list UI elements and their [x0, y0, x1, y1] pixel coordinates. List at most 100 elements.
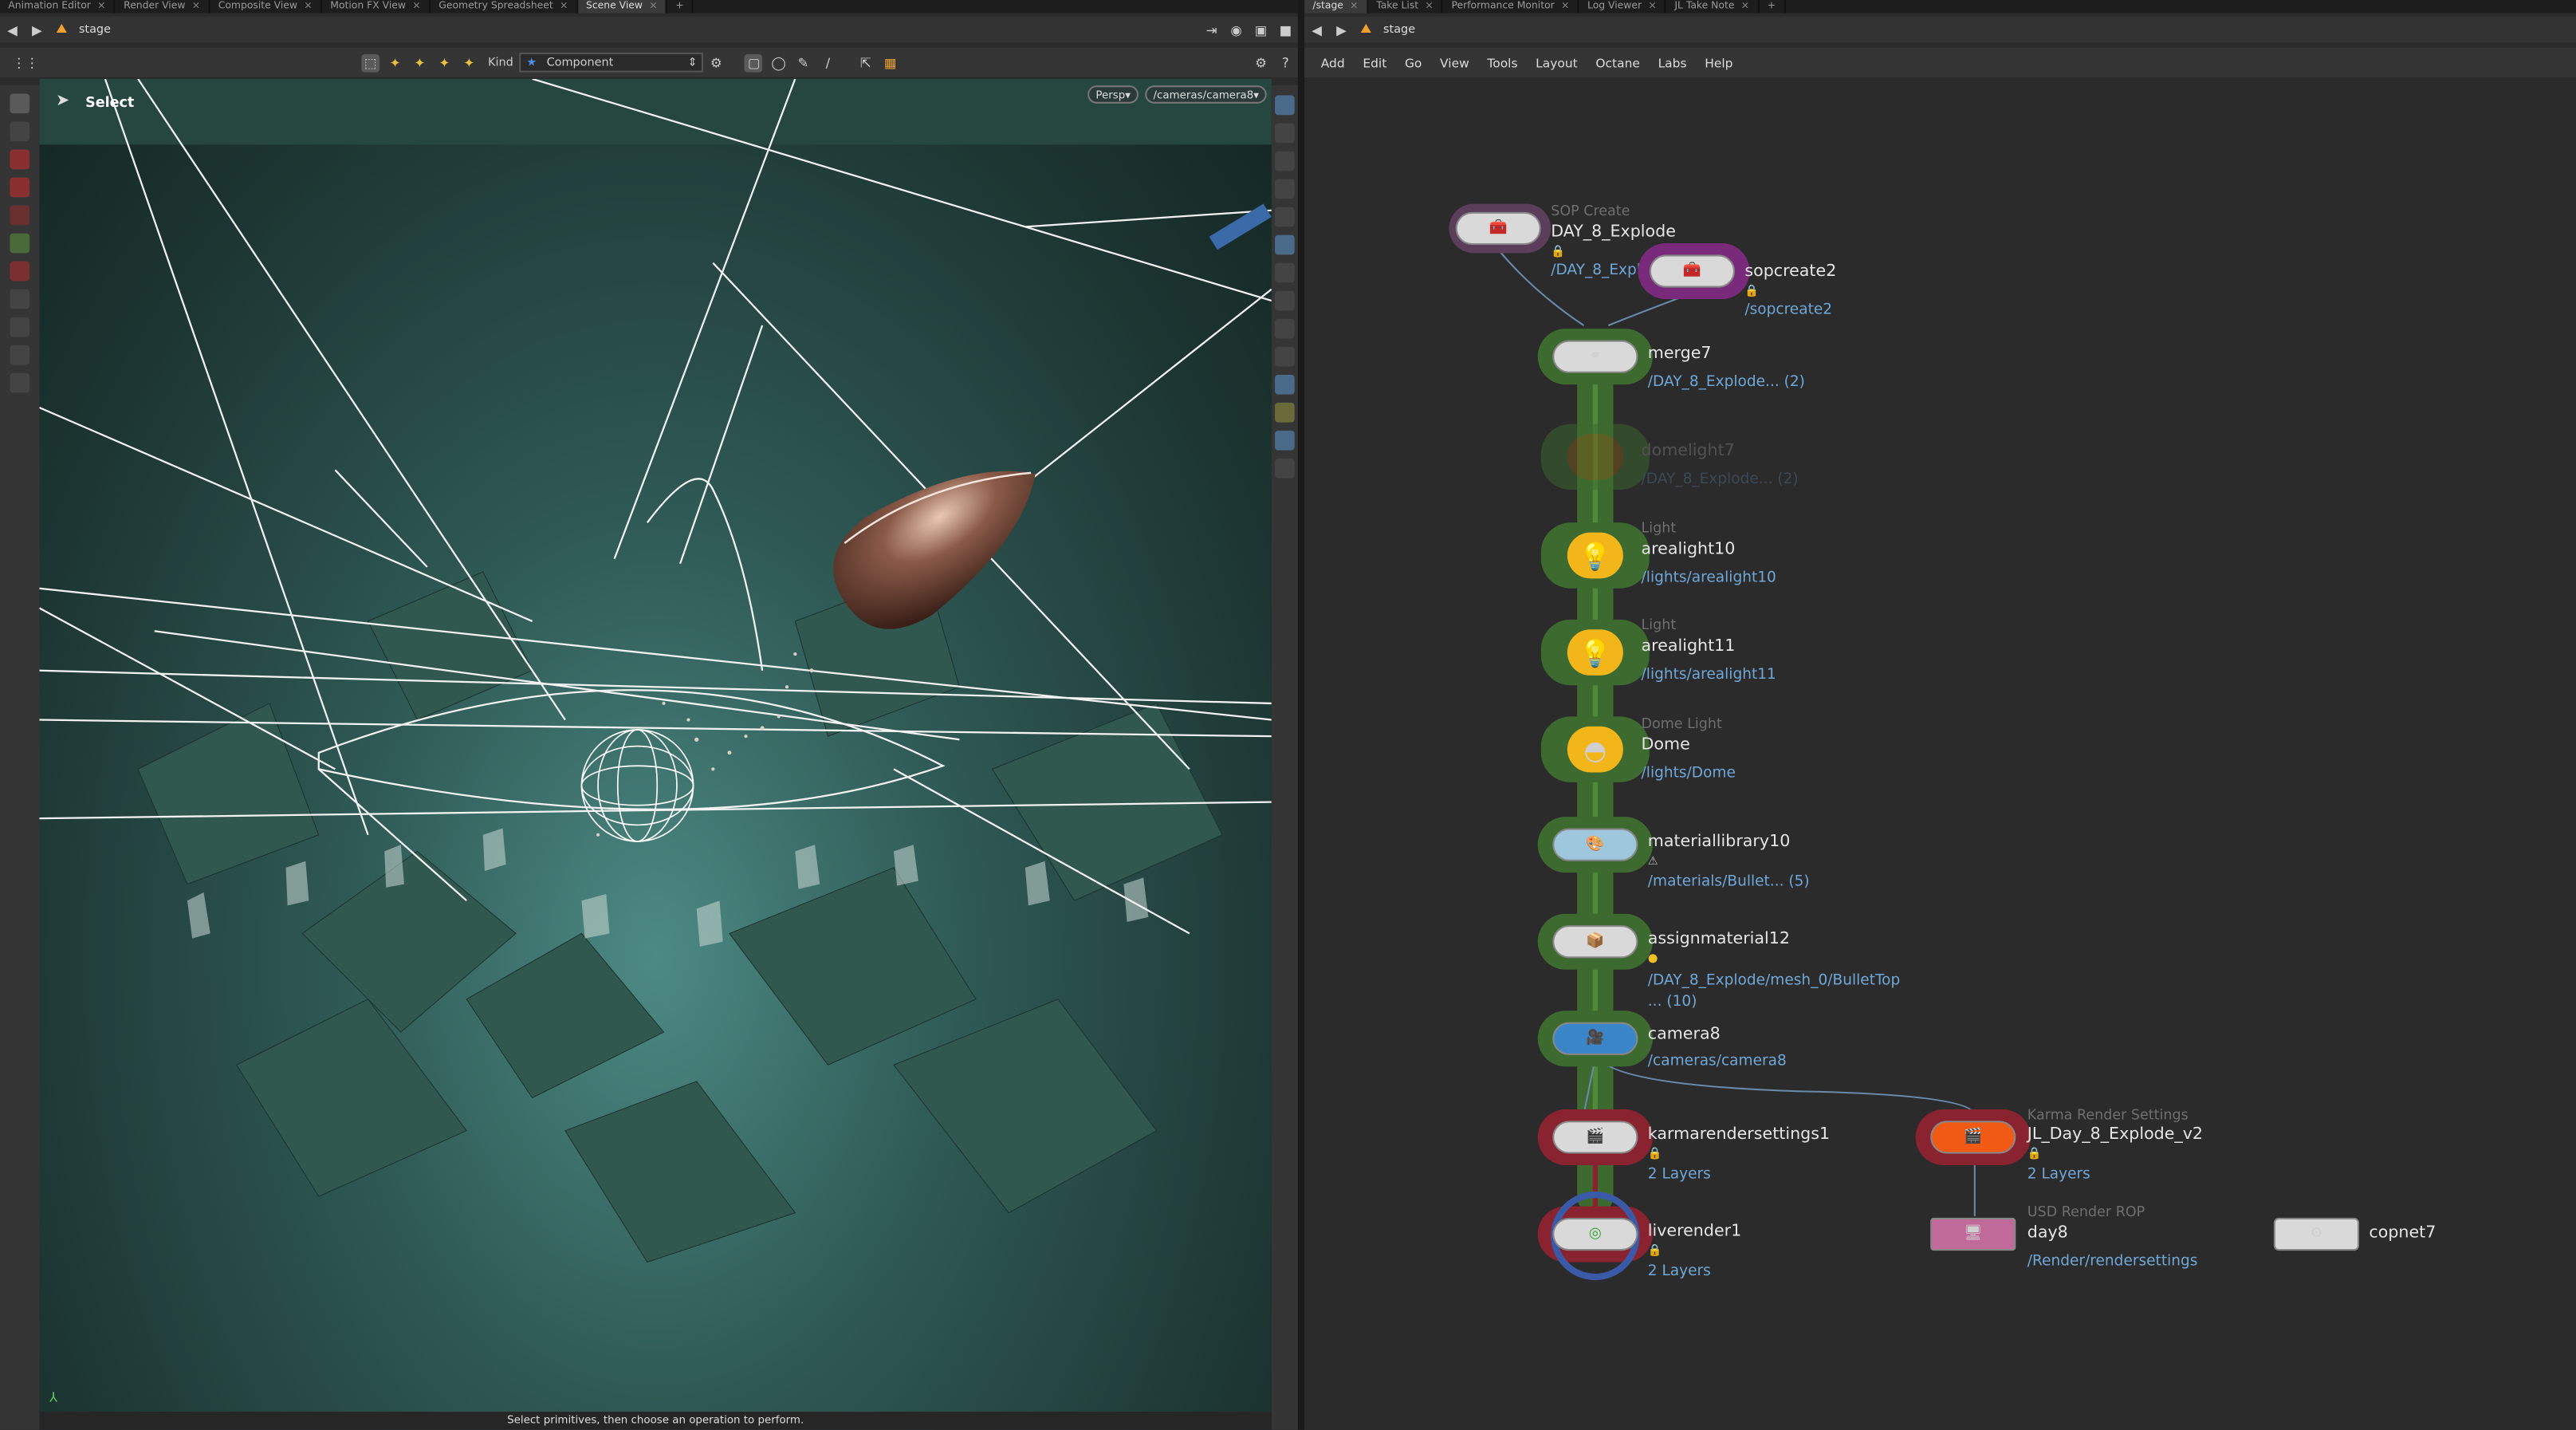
guides-icon[interactable]: [1275, 290, 1295, 311]
secure-select-icon[interactable]: ▦: [881, 53, 899, 72]
stage-path[interactable]: stage: [1383, 23, 1415, 36]
stage-path[interactable]: stage: [79, 23, 111, 36]
light-bulb-icon[interactable]: 💡: [1567, 629, 1623, 676]
node-body[interactable]: 🧰: [1455, 211, 1541, 246]
close-icon[interactable]: ×: [1425, 0, 1433, 13]
node-body[interactable]: 🖥: [1930, 1217, 2016, 1251]
view-tool-icon[interactable]: [10, 317, 30, 337]
close-icon[interactable]: ×: [304, 0, 312, 13]
move-tool-icon[interactable]: [10, 149, 30, 170]
node-body[interactable]: 🎨: [1552, 828, 1638, 861]
back-icon[interactable]: ◀: [3, 21, 22, 39]
add-tab-icon[interactable]: +: [1759, 0, 1786, 14]
scene-viewport[interactable]: ➤ Select Persp▾ /cameras/camera8▾ ⅄: [39, 78, 1272, 1430]
network-editor[interactable]: 🧰 SOP Create DAY_8_Explode 🔒 /DAY_8_Expl…: [1304, 78, 2576, 1430]
tab-geometry-spreadsheet[interactable]: Geometry Spreadsheet ×: [431, 0, 578, 14]
persp-menu[interactable]: Persp▾: [1087, 85, 1139, 104]
paint-icon[interactable]: ✎: [794, 53, 812, 72]
grid-menu-icon[interactable]: ⋮⋮: [12, 53, 38, 72]
light-icon[interactable]: [1275, 179, 1295, 199]
screen-icon[interactable]: ▣: [1252, 21, 1270, 39]
dome-light-icon[interactable]: ◓: [1567, 726, 1623, 773]
display-options-icon[interactable]: [1275, 95, 1295, 116]
node-body[interactable]: 📦: [1552, 925, 1638, 959]
tab-performance-monitor[interactable]: Performance Monitor ×: [1443, 0, 1579, 14]
options-icon[interactable]: ⚙: [707, 53, 726, 72]
node-body[interactable]: 🧰: [1649, 254, 1735, 288]
close-icon[interactable]: ×: [97, 0, 105, 13]
add-tab-icon[interactable]: +: [667, 0, 694, 14]
lights-display-icon[interactable]: [1275, 374, 1295, 395]
ghost-icon[interactable]: [1275, 123, 1295, 144]
laser-icon[interactable]: ∕: [819, 53, 837, 72]
menu-view[interactable]: View: [1440, 55, 1469, 70]
node-body[interactable]: 🎬: [1930, 1121, 2016, 1154]
maximize-icon[interactable]: ■: [1276, 21, 1295, 39]
background-icon[interactable]: [1275, 262, 1295, 283]
camera-menu[interactable]: /cameras/camera8▾: [1145, 85, 1268, 104]
menu-edit[interactable]: Edit: [1363, 55, 1386, 70]
link-icon[interactable]: ◉: [1227, 21, 1245, 39]
tab-composite-view[interactable]: Composite View ×: [210, 0, 322, 14]
close-icon[interactable]: ×: [1648, 0, 1656, 13]
wireframe-icon[interactable]: [1275, 318, 1295, 339]
snapshot-icon[interactable]: [1275, 234, 1295, 255]
tab-motion-fx-view[interactable]: Motion FX View ×: [322, 0, 431, 14]
node-body[interactable]: ⚭: [1552, 340, 1638, 373]
back-icon[interactable]: ◀: [1308, 21, 1326, 39]
kind-dropdown[interactable]: ★ Component ⇕: [520, 52, 704, 73]
close-icon[interactable]: ×: [560, 0, 568, 13]
node-body[interactable]: 🎥: [1552, 1022, 1638, 1055]
tab-jl-take-note[interactable]: JL Take Note ×: [1666, 0, 1760, 14]
close-icon[interactable]: ×: [412, 0, 420, 13]
tab-animation-editor[interactable]: Animation Editor ×: [0, 0, 116, 14]
gear-icon[interactable]: ⚙: [1252, 53, 1270, 72]
grid-icon[interactable]: [1275, 402, 1295, 423]
close-icon[interactable]: ×: [1561, 0, 1569, 13]
pane-divider[interactable]: [1297, 0, 1305, 1430]
lock-camera-icon[interactable]: [1275, 151, 1295, 171]
menu-labs[interactable]: Labs: [1658, 55, 1687, 70]
visible-select-icon[interactable]: ⇱: [856, 53, 875, 72]
lock-icon[interactable]: [10, 121, 30, 142]
tab-stage[interactable]: /stage ×: [1304, 0, 1368, 14]
close-icon[interactable]: ×: [192, 0, 200, 13]
menu-tools[interactable]: Tools: [1487, 55, 1517, 70]
handle-icon[interactable]: [10, 289, 30, 309]
menu-help[interactable]: Help: [1705, 55, 1732, 70]
pose-tool-icon[interactable]: [10, 233, 30, 254]
tab-log-viewer[interactable]: Log Viewer ×: [1579, 0, 1667, 14]
help-icon[interactable]: ?: [1276, 53, 1295, 72]
node-body[interactable]: ◎: [1552, 1217, 1638, 1251]
lasso-icon[interactable]: ◯: [769, 53, 788, 72]
select-tool-icon[interactable]: [10, 93, 30, 114]
select-mode-icon[interactable]: ⬚: [361, 53, 380, 72]
node-body[interactable]: 🎬: [1552, 1121, 1638, 1154]
close-icon[interactable]: ×: [1350, 0, 1358, 13]
edges-icon[interactable]: ✦: [411, 53, 429, 72]
camera-display-icon[interactable]: [1275, 430, 1295, 451]
points-display-icon[interactable]: [1275, 346, 1295, 367]
isolate-icon[interactable]: [1275, 458, 1295, 479]
menu-go[interactable]: Go: [1405, 55, 1422, 70]
light-bulb-icon[interactable]: [1567, 433, 1623, 480]
menu-layout[interactable]: Layout: [1536, 55, 1578, 70]
ear-icon[interactable]: [10, 372, 30, 393]
light-bulb-icon[interactable]: 💡: [1567, 532, 1623, 579]
scale-tool-icon[interactable]: [10, 205, 30, 226]
camera-tool-icon[interactable]: [10, 345, 30, 365]
shading-icon[interactable]: [1275, 207, 1295, 227]
close-icon[interactable]: ×: [649, 0, 657, 13]
tab-scene-view[interactable]: Scene View ×: [577, 0, 667, 14]
box-select-icon[interactable]: ▢: [745, 53, 763, 72]
tab-render-view[interactable]: Render View ×: [116, 0, 210, 14]
points-icon[interactable]: ✦: [386, 53, 404, 72]
pin-icon[interactable]: ⇥: [1202, 21, 1221, 39]
node-body[interactable]: ⚙: [2273, 1217, 2360, 1251]
faces-icon[interactable]: ✦: [435, 53, 454, 72]
menu-add[interactable]: Add: [1321, 55, 1345, 70]
objects-icon[interactable]: ✦: [460, 53, 478, 72]
rotate-tool-icon[interactable]: [10, 177, 30, 198]
magnet-icon[interactable]: [10, 261, 30, 282]
tab-take-list[interactable]: Take List ×: [1368, 0, 1444, 14]
